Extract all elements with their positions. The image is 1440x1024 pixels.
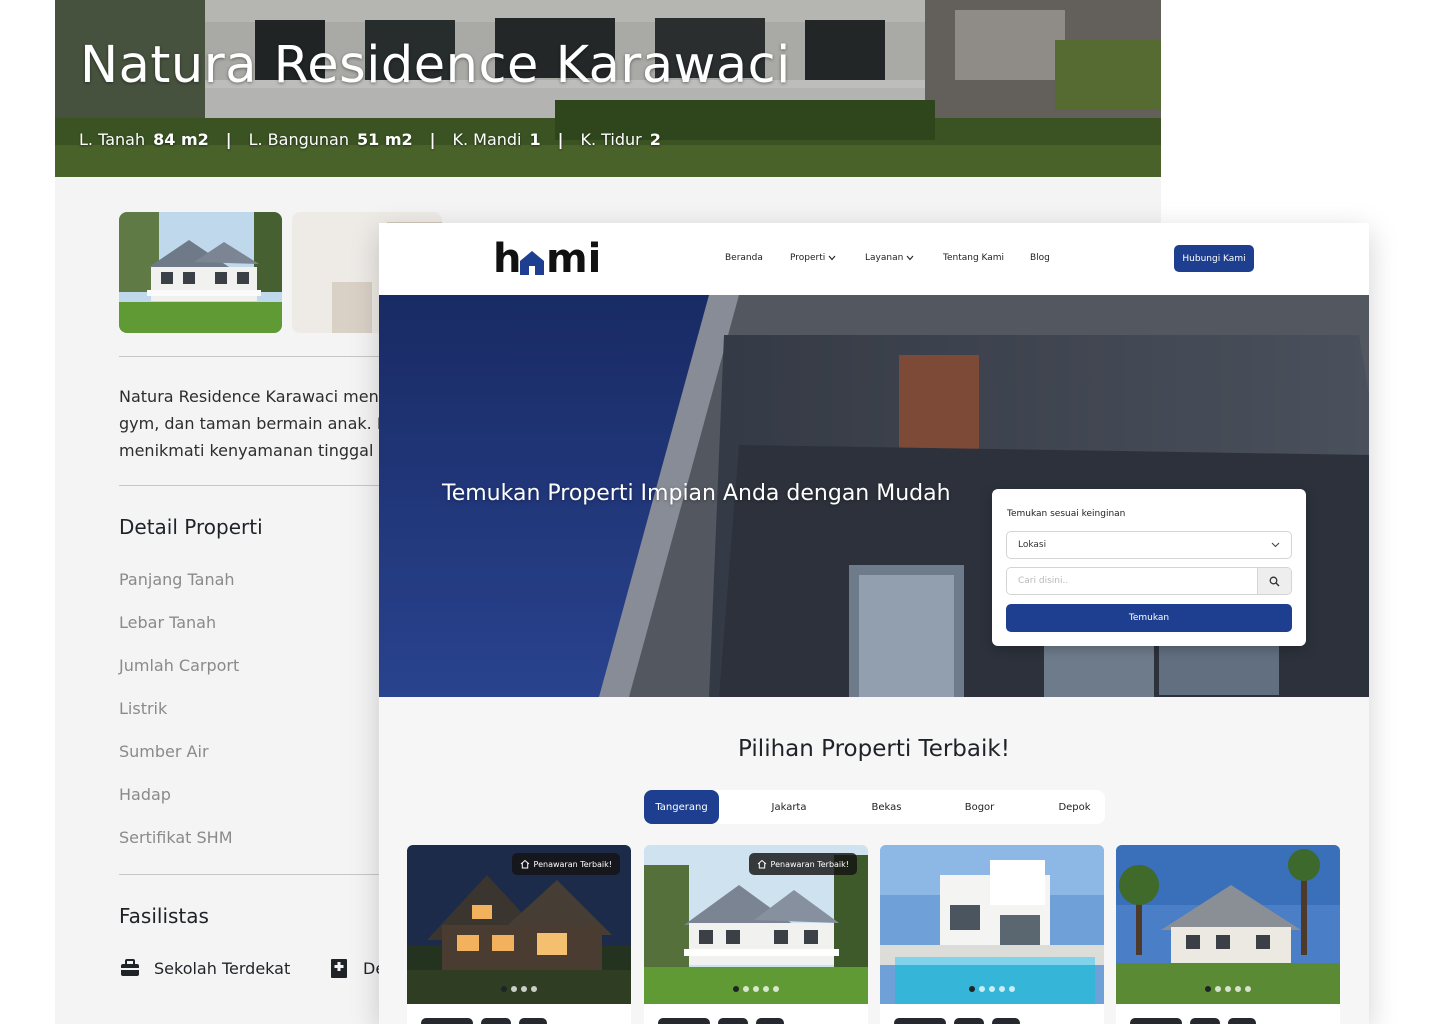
- section-title: Pilihan Properti Terbaik!: [738, 736, 1010, 762]
- spec-separator: |: [557, 130, 564, 149]
- property-row-label: Sumber Air: [119, 742, 209, 761]
- carousel-dot: [733, 986, 739, 992]
- property-row-label: Hadap: [119, 785, 171, 804]
- hubungi-kami-button[interactable]: Hubungi Kami: [1174, 245, 1254, 272]
- carousel-dot: [1225, 986, 1231, 992]
- carousel-dot: [763, 986, 769, 992]
- carousel-dot: [1245, 986, 1251, 992]
- carousel-dot: [521, 986, 527, 992]
- home-hero: Temukan Properti Impian Anda dengan Muda…: [379, 295, 1369, 697]
- chevron-down-icon: [828, 255, 836, 261]
- search-icon: [1269, 576, 1280, 586]
- spec-land-area: L. Tanah 84 m2: [79, 130, 209, 149]
- chevron-down-icon: [906, 255, 914, 261]
- search-card: Temukan sesuai keinginan Lokasi Temukan: [992, 489, 1306, 646]
- carousel-dot: [969, 986, 975, 992]
- property-row-label: Panjang Tanah: [119, 570, 235, 589]
- hami-logo[interactable]: h mi: [493, 237, 601, 277]
- property-row-label: Sertifikat SHM: [119, 828, 233, 847]
- facility-item: Sekolah Terdekat: [119, 957, 290, 979]
- property-photo: [1116, 845, 1340, 1004]
- card-specs: [894, 1018, 1020, 1024]
- carousel-dot: [979, 986, 985, 992]
- location-select[interactable]: Lokasi: [1006, 531, 1292, 559]
- carousel-dot: [773, 986, 779, 992]
- property-card[interactable]: [1116, 845, 1340, 1024]
- carousel-dot: [511, 986, 517, 992]
- property-photo: [880, 845, 1104, 1004]
- spec-separator: |: [225, 130, 232, 149]
- property-card[interactable]: [880, 845, 1104, 1024]
- carousel-dot: [1205, 986, 1211, 992]
- card-specs: [658, 1018, 784, 1024]
- card-specs: [1130, 1018, 1256, 1024]
- location-select-value: Lokasi: [1018, 540, 1047, 550]
- carousel-dot: [531, 986, 537, 992]
- svg-text:h: h: [493, 237, 521, 277]
- tab-bekas[interactable]: Bekas: [859, 790, 914, 824]
- tab-jakarta[interactable]: Jakarta: [759, 790, 819, 824]
- gallery-thumbnail[interactable]: [119, 212, 282, 333]
- search-field: [1006, 567, 1292, 595]
- svg-text:mi: mi: [546, 237, 601, 277]
- nav-beranda[interactable]: Beranda: [725, 253, 763, 263]
- card-specs: [421, 1018, 547, 1024]
- carousel-dots[interactable]: [644, 986, 868, 992]
- property-card[interactable]: Penawaran Terbaik!: [407, 845, 631, 1024]
- property-row-label: Listrik: [119, 699, 168, 718]
- carousel-dot: [743, 986, 749, 992]
- carousel-dot: [999, 986, 1005, 992]
- carousel-dots[interactable]: [407, 986, 631, 992]
- property-description: Natura Residence Karawaci men gym, dan t…: [119, 387, 389, 460]
- best-offer-badge: Penawaran Terbaik!: [748, 853, 857, 875]
- hospital-icon: [331, 959, 347, 978]
- carousel-dot: [501, 986, 507, 992]
- carousel-dots[interactable]: [880, 986, 1104, 992]
- carousel-dot: [1009, 986, 1015, 992]
- briefcase-icon: [121, 959, 139, 976]
- tab-depok[interactable]: Depok: [1047, 790, 1102, 824]
- carousel-dot: [1235, 986, 1241, 992]
- best-offer-badge: Penawaran Terbaik!: [511, 853, 620, 875]
- search-button[interactable]: [1257, 568, 1291, 594]
- nav-blog[interactable]: Blog: [1030, 253, 1050, 263]
- nav-layanan[interactable]: Layanan: [865, 253, 914, 263]
- tab-tangerang[interactable]: Tangerang: [644, 790, 719, 824]
- property-row-label: Lebar Tanah: [119, 613, 217, 632]
- facility-item: De: [328, 957, 385, 979]
- temukan-button[interactable]: Temukan: [1006, 604, 1292, 632]
- search-input[interactable]: [1007, 568, 1257, 594]
- facilities-heading: Fasilistas: [119, 904, 209, 928]
- property-row-label: Jumlah Carport: [119, 656, 240, 675]
- detail-hero-photo: Natura Residence Karawaci L. Tanah 84 m2 …: [55, 0, 1161, 177]
- carousel-dot: [989, 986, 995, 992]
- spec-bathrooms: K. Mandi 1: [452, 130, 541, 149]
- house-exterior-photo: [119, 212, 282, 333]
- home-icon: [757, 859, 766, 869]
- home-page: h mi Beranda Properti Layanan Tentang Ka…: [379, 223, 1369, 1024]
- city-tabs: Tangerang Jakarta Bekas Bogor Depok: [644, 790, 1105, 824]
- spec-building-area: L. Bangunan 51 m2: [248, 130, 413, 149]
- carousel-dots[interactable]: [1116, 986, 1340, 992]
- chevron-down-icon: [1271, 542, 1280, 548]
- nav-tentang-kami[interactable]: Tentang Kami: [943, 253, 1004, 263]
- search-card-title: Temukan sesuai keinginan: [1007, 509, 1126, 519]
- property-card[interactable]: Penawaran Terbaik!: [644, 845, 868, 1024]
- tab-bogor[interactable]: Bogor: [952, 790, 1007, 824]
- carousel-dot: [753, 986, 759, 992]
- detail-properti-heading: Detail Properti: [119, 515, 263, 539]
- property-specs: L. Tanah 84 m2 | L. Bangunan 51 m2 | K. Ma…: [79, 130, 661, 149]
- home-icon: [520, 859, 529, 869]
- carousel-dot: [1215, 986, 1221, 992]
- hero-headline: Temukan Properti Impian Anda dengan Muda…: [442, 481, 951, 506]
- spec-bedrooms: K. Tidur 2: [580, 130, 661, 149]
- spec-separator: |: [429, 130, 436, 149]
- nav-properti[interactable]: Properti: [790, 253, 836, 263]
- navbar: h mi Beranda Properti Layanan Tentang Ka…: [379, 223, 1369, 295]
- property-title: Natura Residence Karawaci: [80, 36, 791, 95]
